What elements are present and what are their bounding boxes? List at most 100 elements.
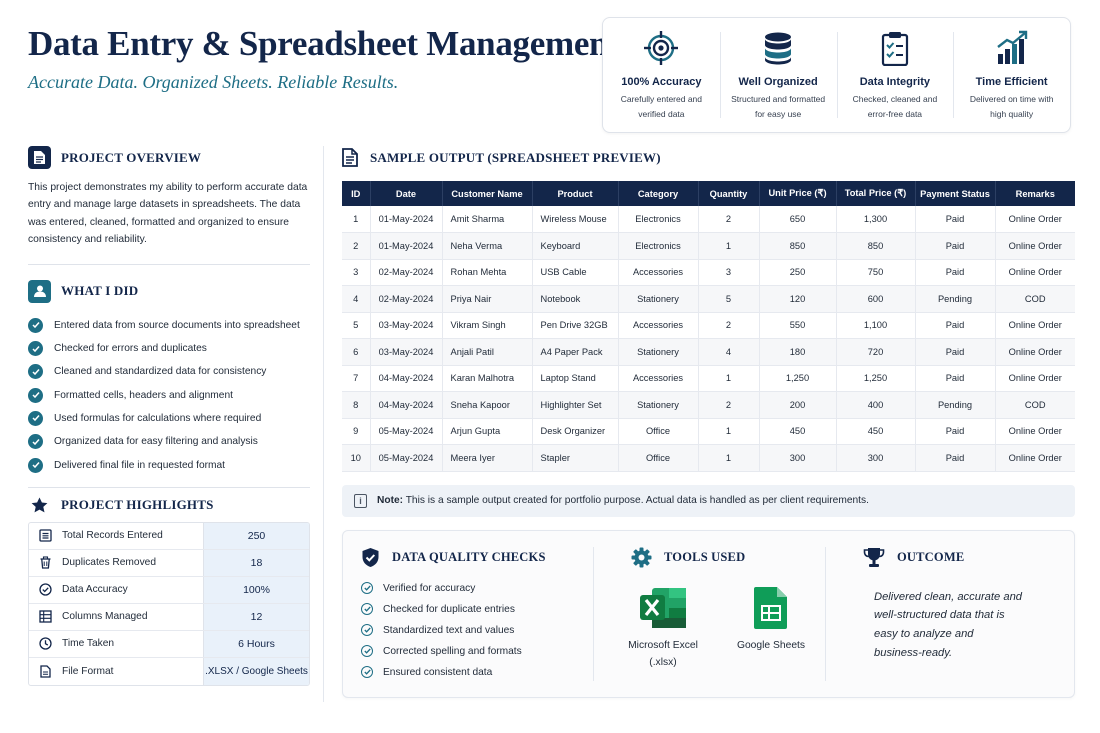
cell-category[interactable]: Accessories xyxy=(618,259,699,286)
cell-category[interactable]: Electronics xyxy=(618,206,699,233)
cell-customer-name[interactable]: Sneha Kapoor xyxy=(442,391,533,419)
table-row[interactable]: 3 02-May-2024 Rohan Mehta USB Cable Accessor… xyxy=(342,259,1075,286)
cell-category[interactable]: Electronics xyxy=(618,232,699,260)
cell-product[interactable]: Laptop Stand xyxy=(532,365,619,392)
cell-remarks[interactable]: Online Order xyxy=(995,365,1075,392)
cell-remarks[interactable]: Online Order xyxy=(995,206,1075,233)
column-header[interactable]: Quantity xyxy=(698,181,760,206)
cell-unit-price[interactable]: 180 xyxy=(759,338,837,366)
cell-date[interactable]: 03-May-2024 xyxy=(370,338,443,366)
column-header[interactable]: ID xyxy=(342,181,371,206)
cell-payment-status[interactable]: Paid xyxy=(915,444,996,472)
table-row[interactable]: 2 01-May-2024 Neha Verma Keyboard Electronic… xyxy=(342,232,1075,260)
column-header[interactable]: Payment Status xyxy=(915,181,996,206)
cell-payment-status[interactable]: Pending xyxy=(915,391,996,419)
cell-category[interactable]: Office xyxy=(618,418,699,445)
cell-id[interactable]: 5 xyxy=(342,312,371,339)
cell-date[interactable]: 01-May-2024 xyxy=(370,232,443,260)
cell-customer-name[interactable]: Priya Nair xyxy=(442,285,533,313)
cell-date[interactable]: 02-May-2024 xyxy=(370,285,443,313)
cell-remarks[interactable]: Online Order xyxy=(995,338,1075,366)
cell-payment-status[interactable]: Paid xyxy=(915,259,996,286)
cell-payment-status[interactable]: Paid xyxy=(915,418,996,445)
cell-category[interactable]: Stationery xyxy=(618,285,699,313)
cell-payment-status[interactable]: Pending xyxy=(915,285,996,313)
cell-product[interactable]: Keyboard xyxy=(532,232,619,260)
cell-unit-price[interactable]: 1,250 xyxy=(759,365,837,392)
cell-id[interactable]: 9 xyxy=(342,418,371,445)
table-row[interactable]: 5 03-May-2024 Vikram Singh Pen Drive 32GB Ac… xyxy=(342,312,1075,339)
cell-total-price[interactable]: 850 xyxy=(836,232,916,260)
cell-date[interactable]: 01-May-2024 xyxy=(370,206,443,233)
cell-category[interactable]: Stationery xyxy=(618,391,699,419)
cell-id[interactable]: 4 xyxy=(342,285,371,313)
cell-total-price[interactable]: 600 xyxy=(836,285,916,313)
column-header[interactable]: Customer Name xyxy=(442,181,533,206)
cell-product[interactable]: Wireless Mouse xyxy=(532,206,619,233)
table-row[interactable]: 8 04-May-2024 Sneha Kapoor Highlighter Set S… xyxy=(342,391,1075,419)
cell-payment-status[interactable]: Paid xyxy=(915,206,996,233)
column-header[interactable]: Category xyxy=(618,181,699,206)
cell-quantity[interactable]: 2 xyxy=(698,391,760,419)
column-header[interactable]: Date xyxy=(370,181,443,206)
cell-remarks[interactable]: Online Order xyxy=(995,259,1075,286)
cell-quantity[interactable]: 3 xyxy=(698,259,760,286)
cell-category[interactable]: Accessories xyxy=(618,365,699,392)
cell-quantity[interactable]: 1 xyxy=(698,444,760,472)
cell-total-price[interactable]: 1,100 xyxy=(836,312,916,339)
cell-customer-name[interactable]: Karan Malhotra xyxy=(442,365,533,392)
cell-category[interactable]: Office xyxy=(618,444,699,472)
cell-total-price[interactable]: 720 xyxy=(836,338,916,366)
cell-quantity[interactable]: 2 xyxy=(698,206,760,233)
cell-unit-price[interactable]: 200 xyxy=(759,391,837,419)
cell-payment-status[interactable]: Paid xyxy=(915,232,996,260)
cell-id[interactable]: 8 xyxy=(342,391,371,419)
cell-product[interactable]: Highlighter Set xyxy=(532,391,619,419)
cell-id[interactable]: 1 xyxy=(342,206,371,233)
cell-date[interactable]: 04-May-2024 xyxy=(370,391,443,419)
cell-product[interactable]: Desk Organizer xyxy=(532,418,619,445)
cell-quantity[interactable]: 1 xyxy=(698,232,760,260)
cell-payment-status[interactable]: Paid xyxy=(915,365,996,392)
column-header[interactable]: Remarks xyxy=(995,181,1075,206)
cell-quantity[interactable]: 1 xyxy=(698,365,760,392)
cell-product[interactable]: Pen Drive 32GB xyxy=(532,312,619,339)
cell-total-price[interactable]: 450 xyxy=(836,418,916,445)
cell-category[interactable]: Accessories xyxy=(618,312,699,339)
cell-remarks[interactable]: COD xyxy=(995,391,1075,419)
column-header[interactable]: Unit Price (₹) xyxy=(759,181,837,206)
cell-total-price[interactable]: 300 xyxy=(836,444,916,472)
cell-date[interactable]: 03-May-2024 xyxy=(370,312,443,339)
column-header[interactable]: Total Price (₹) xyxy=(836,181,916,206)
table-row[interactable]: 7 04-May-2024 Karan Malhotra Laptop Stand Ac… xyxy=(342,365,1075,392)
table-row[interactable]: 1 01-May-2024 Amit Sharma Wireless Mouse Ele… xyxy=(342,206,1075,233)
table-row[interactable]: 6 03-May-2024 Anjali Patil A4 Paper Pack Sta… xyxy=(342,338,1075,366)
cell-id[interactable]: 10 xyxy=(342,444,371,472)
cell-unit-price[interactable]: 450 xyxy=(759,418,837,445)
cell-total-price[interactable]: 1,250 xyxy=(836,365,916,392)
table-row[interactable]: 10 05-May-2024 Meera Iyer Stapler Office 1 300… xyxy=(342,444,1075,472)
cell-payment-status[interactable]: Paid xyxy=(915,312,996,339)
table-row[interactable]: 9 05-May-2024 Arjun Gupta Desk Organizer Off… xyxy=(342,418,1075,445)
cell-customer-name[interactable]: Meera Iyer xyxy=(442,444,533,472)
cell-unit-price[interactable]: 120 xyxy=(759,285,837,313)
cell-customer-name[interactable]: Rohan Mehta xyxy=(442,259,533,286)
cell-quantity[interactable]: 2 xyxy=(698,312,760,339)
cell-date[interactable]: 05-May-2024 xyxy=(370,444,443,472)
cell-quantity[interactable]: 5 xyxy=(698,285,760,313)
cell-remarks[interactable]: Online Order xyxy=(995,418,1075,445)
cell-customer-name[interactable]: Neha Verma xyxy=(442,232,533,260)
cell-total-price[interactable]: 750 xyxy=(836,259,916,286)
cell-id[interactable]: 3 xyxy=(342,259,371,286)
cell-remarks[interactable]: COD xyxy=(995,285,1075,313)
cell-unit-price[interactable]: 850 xyxy=(759,232,837,260)
cell-product[interactable]: Stapler xyxy=(532,444,619,472)
cell-product[interactable]: A4 Paper Pack xyxy=(532,338,619,366)
column-header[interactable]: Product xyxy=(532,181,619,206)
cell-unit-price[interactable]: 300 xyxy=(759,444,837,472)
cell-remarks[interactable]: Online Order xyxy=(995,312,1075,339)
cell-unit-price[interactable]: 550 xyxy=(759,312,837,339)
cell-quantity[interactable]: 4 xyxy=(698,338,760,366)
cell-unit-price[interactable]: 650 xyxy=(759,206,837,233)
cell-unit-price[interactable]: 250 xyxy=(759,259,837,286)
